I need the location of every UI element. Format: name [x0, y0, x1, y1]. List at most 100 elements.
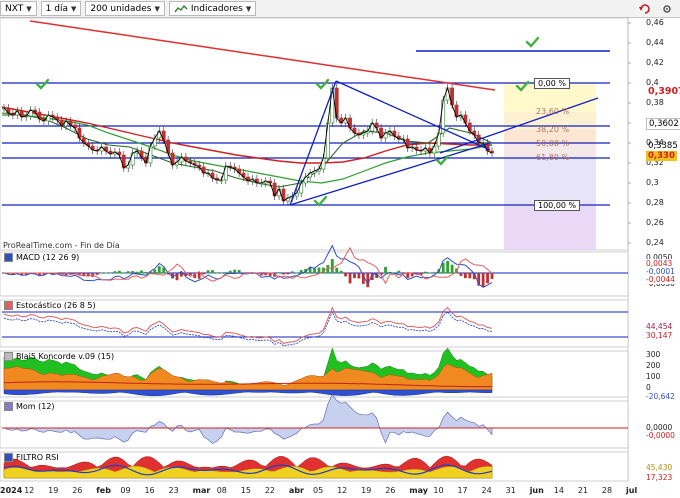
- y-tick-label: 0,24: [646, 238, 664, 247]
- macd-panel-label: MACD (12 26 9): [4, 253, 79, 262]
- macd-histogram-bar: [100, 272, 103, 274]
- macd-histogram-bar: [122, 272, 126, 274]
- koncorde-value-label: -20,642: [646, 392, 675, 401]
- macd-histogram-bar: [344, 273, 347, 277]
- macd-histogram-bar: [286, 273, 290, 275]
- x-tick-label: 21: [577, 486, 589, 495]
- macd-value-label: -0,0044: [646, 275, 675, 284]
- macd-histogram-bar: [290, 271, 294, 274]
- koncorde-axis-label: 200: [646, 361, 661, 370]
- macd-histogram-bar: [153, 269, 157, 274]
- macd-histogram-bar: [295, 272, 299, 274]
- x-tick-label: 05: [313, 486, 324, 495]
- candle: [325, 122, 330, 159]
- x-tick-label: 19: [48, 486, 59, 495]
- y-tick-label: 0,3: [646, 178, 659, 187]
- macd-histogram-bar: [330, 259, 334, 274]
- mom-color-swatch: [4, 402, 13, 411]
- x-tick-label: jun: [529, 486, 544, 495]
- x-tick-label: may: [409, 486, 428, 495]
- macd-histogram-bar: [78, 273, 81, 275]
- macd-histogram-bar: [282, 273, 285, 275]
- macd-histogram-bar: [60, 273, 64, 274]
- rsi-color-swatch: [4, 453, 13, 462]
- x-tick-label: 14: [553, 486, 564, 495]
- macd-histogram-bar: [353, 273, 356, 279]
- macd-histogram-bar: [424, 271, 427, 274]
- x-tick-label: 17: [457, 486, 468, 495]
- fib-label: 38,20 %: [536, 124, 570, 134]
- macd-color-swatch: [4, 253, 13, 262]
- x-tick-label: 26: [385, 486, 396, 495]
- sma-price-tag: 0,3385: [648, 140, 678, 151]
- stoch-value-label: 44,454: [646, 322, 673, 331]
- macd-histogram-bar: [219, 272, 223, 274]
- rsi-panel-label: FILTRO RSI: [4, 453, 59, 462]
- fib-label: 23,60 %: [536, 106, 570, 116]
- x-tick-label: 31: [505, 486, 516, 495]
- mom-value-label: -0,0000: [646, 431, 675, 440]
- current-price-tag: 0,3907: [648, 86, 680, 98]
- stoch-panel-label: Estocástico (26 8 5): [4, 301, 96, 310]
- x-tick-label: mar: [192, 486, 211, 495]
- koncorde-color-swatch: [4, 352, 13, 361]
- x-tick-label: feb: [96, 486, 111, 495]
- fib-label: 0,00 %: [534, 78, 570, 89]
- rsi-title: FILTRO RSI: [16, 453, 59, 462]
- x-tick-label: 26: [72, 486, 83, 495]
- koncorde-axis-label: 0: [646, 383, 651, 392]
- macd-histogram-bar: [277, 272, 281, 274]
- x-tick-label: 15: [240, 486, 251, 495]
- sma-price-tag: 0,3602: [646, 117, 680, 130]
- macd-histogram-bar: [135, 271, 139, 274]
- macd-histogram-bar: [384, 266, 387, 274]
- macd-histogram-bar: [313, 268, 316, 274]
- koncorde-axis-label: 100: [646, 372, 661, 381]
- macd-histogram-bar: [432, 272, 436, 274]
- macd-histogram-bar: [326, 265, 330, 274]
- macd-histogram-bar: [157, 266, 161, 274]
- macd-histogram-bar: [481, 273, 485, 288]
- macd-histogram-bar: [211, 270, 214, 274]
- macd-histogram-bar: [197, 273, 201, 279]
- x-tick-label: 08: [216, 486, 227, 495]
- fib-zone-extended: [504, 205, 596, 250]
- mom-panel-label: Mom (12): [4, 402, 55, 411]
- macd-histogram-bar: [144, 272, 148, 274]
- last-price-tag: 0,330: [646, 151, 677, 161]
- y-tick-label: 0,42: [646, 58, 664, 67]
- candle: [130, 152, 135, 166]
- y-tick-label: 0,26: [646, 218, 664, 227]
- macd-histogram-bar: [95, 273, 99, 275]
- fib-zone: [504, 158, 596, 205]
- macd-histogram-bar: [468, 273, 472, 279]
- macd-histogram-bar: [215, 272, 219, 274]
- stoch-color-swatch: [4, 301, 13, 310]
- koncorde-title: Blai5 Koncorde v.09 (15): [16, 352, 115, 361]
- macd-histogram-bar: [463, 273, 467, 279]
- macd-histogram-bar: [126, 271, 130, 274]
- macd-histogram-bar: [117, 270, 121, 274]
- macd-histogram-bar: [202, 273, 206, 275]
- koncorde-panel-label: Blai5 Koncorde v.09 (15): [4, 352, 114, 361]
- macd-histogram-bar: [180, 273, 183, 277]
- macd-histogram-bar: [335, 267, 339, 274]
- candle: [436, 132, 441, 147]
- y-tick-label: 0,46: [646, 18, 664, 27]
- y-tick-label: 0,38: [646, 98, 664, 107]
- macd-histogram-bar: [486, 273, 489, 284]
- y-tick-label: 0,44: [646, 38, 664, 47]
- stoch-title: Estocástico (26 8 5): [16, 301, 96, 310]
- stoch-value-label: 30,147: [646, 331, 673, 340]
- macd-panel-frame: [0, 251, 629, 297]
- x-tick-label: 2024: [0, 486, 23, 495]
- mom-title: Mom (12): [16, 402, 55, 411]
- chart-window: NXT ▼ 1 día ▼ 200 unidades ▼ Indicadores…: [0, 0, 680, 498]
- x-tick-label: 23: [168, 486, 179, 495]
- koncorde-axis-label: 300: [646, 350, 661, 359]
- x-tick-label: 09: [120, 486, 131, 495]
- macd-histogram-bar: [397, 270, 401, 274]
- y-tick-label: 0,28: [646, 198, 664, 207]
- macd-title: MACD (12 26 9): [16, 253, 80, 262]
- x-tick-label: 16: [144, 486, 155, 495]
